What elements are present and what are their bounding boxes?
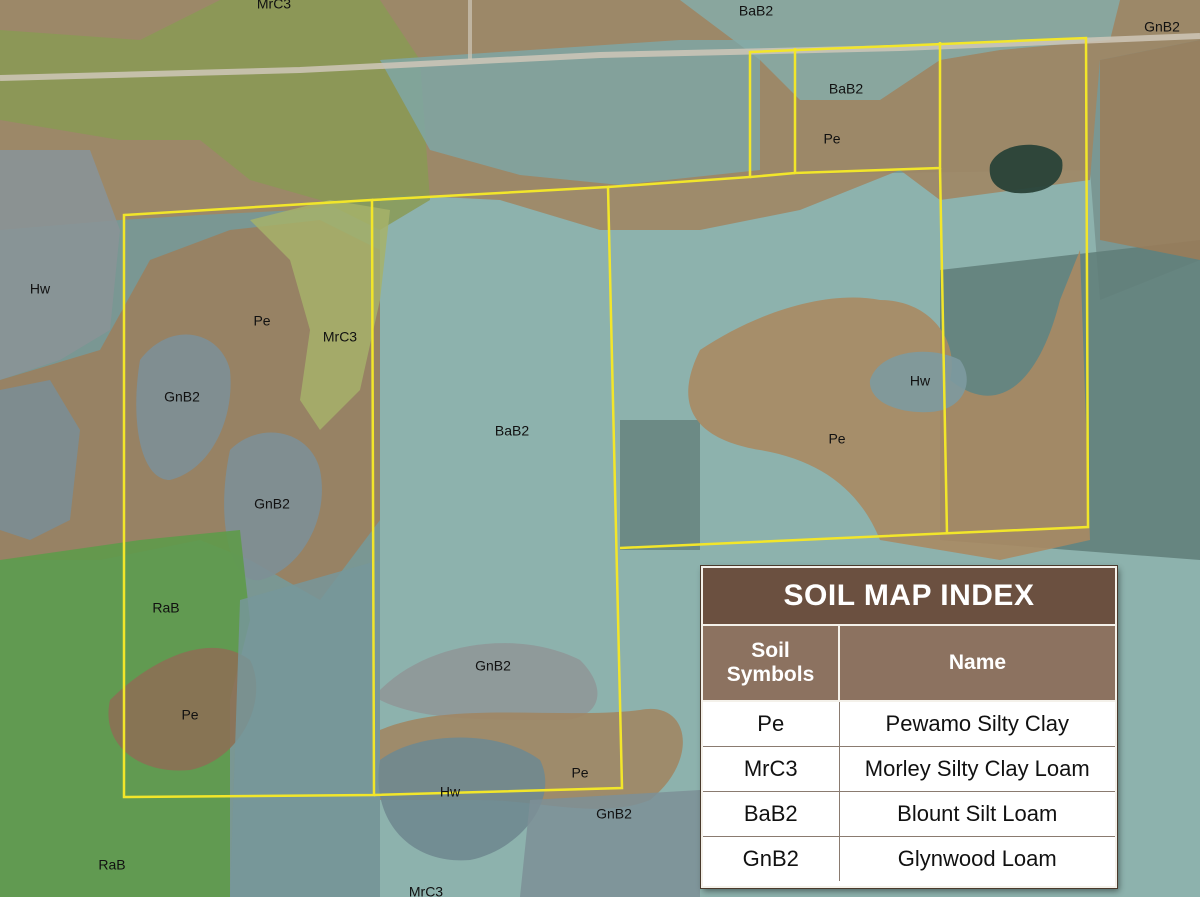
legend-title: SOIL MAP INDEX [703, 568, 1115, 626]
soil-label: Pe [253, 313, 270, 329]
soil-label: Pe [181, 707, 198, 723]
soil-area-dark-field-south [620, 420, 700, 550]
legend-symbol: MrC3 [703, 746, 840, 792]
soil-label: GnB2 [475, 658, 511, 674]
legend-row: BaB2 Blount Silt Loam [703, 791, 1115, 837]
soil-label: MrC3 [257, 0, 291, 12]
legend-name: Glynwood Loam [839, 836, 1115, 881]
legend-symbol: BaB2 [703, 791, 840, 837]
legend-col-name: Name [839, 626, 1115, 702]
legend-name: Morley Silty Clay Loam [839, 746, 1115, 792]
soil-label: BaB2 [829, 81, 863, 97]
legend-name: Pewamo Silty Clay [839, 701, 1115, 747]
soil-label: GnB2 [254, 496, 290, 512]
soil-area-teal-sw [230, 560, 380, 897]
soil-label: GnB2 [596, 806, 632, 822]
soil-label: Pe [571, 765, 588, 781]
soil-area-brown-ne [1100, 40, 1200, 260]
soil-label: BaB2 [739, 3, 773, 19]
col-symbol-line2: Symbols [726, 663, 815, 686]
legend-table: Soil Symbols Name Pe Pewamo Silty Clay M… [703, 626, 1115, 881]
soil-label: MrC3 [323, 329, 357, 345]
soil-label: GnB2 [1144, 19, 1180, 35]
legend-col-symbols: Soil Symbols [703, 626, 840, 702]
soil-label: RaB [98, 857, 125, 873]
col-symbol-line1: Soil [751, 639, 790, 662]
soil-label: Hw [440, 784, 461, 800]
soil-label: BaB2 [495, 423, 529, 439]
legend-row: MrC3 Morley Silty Clay Loam [703, 746, 1115, 792]
legend-symbol: GnB2 [703, 836, 840, 881]
soil-map-legend: SOIL MAP INDEX Soil Symbols Name Pe Pewa… [701, 566, 1117, 888]
soil-label: RaB [152, 600, 179, 616]
legend-row: Pe Pewamo Silty Clay [703, 701, 1115, 747]
soil-label: Hw [910, 373, 931, 389]
soil-label: GnB2 [164, 389, 200, 405]
soil-label: Pe [823, 131, 840, 147]
soil-label: Pe [828, 431, 845, 447]
legend-row: GnB2 Glynwood Loam [703, 836, 1115, 881]
legend-name: Blount Silt Loam [839, 791, 1115, 837]
soil-map: MrC3 BaB2 GnB2 BaB2 Pe Hw Pe MrC3 GnB2 BaB2 Hw Pe Gn… [0, 0, 1200, 897]
legend-header-row: Soil Symbols Name [703, 626, 1115, 702]
soil-label: Hw [30, 281, 51, 297]
legend-symbol: Pe [703, 701, 840, 747]
soil-label: MrC3 [409, 884, 443, 897]
